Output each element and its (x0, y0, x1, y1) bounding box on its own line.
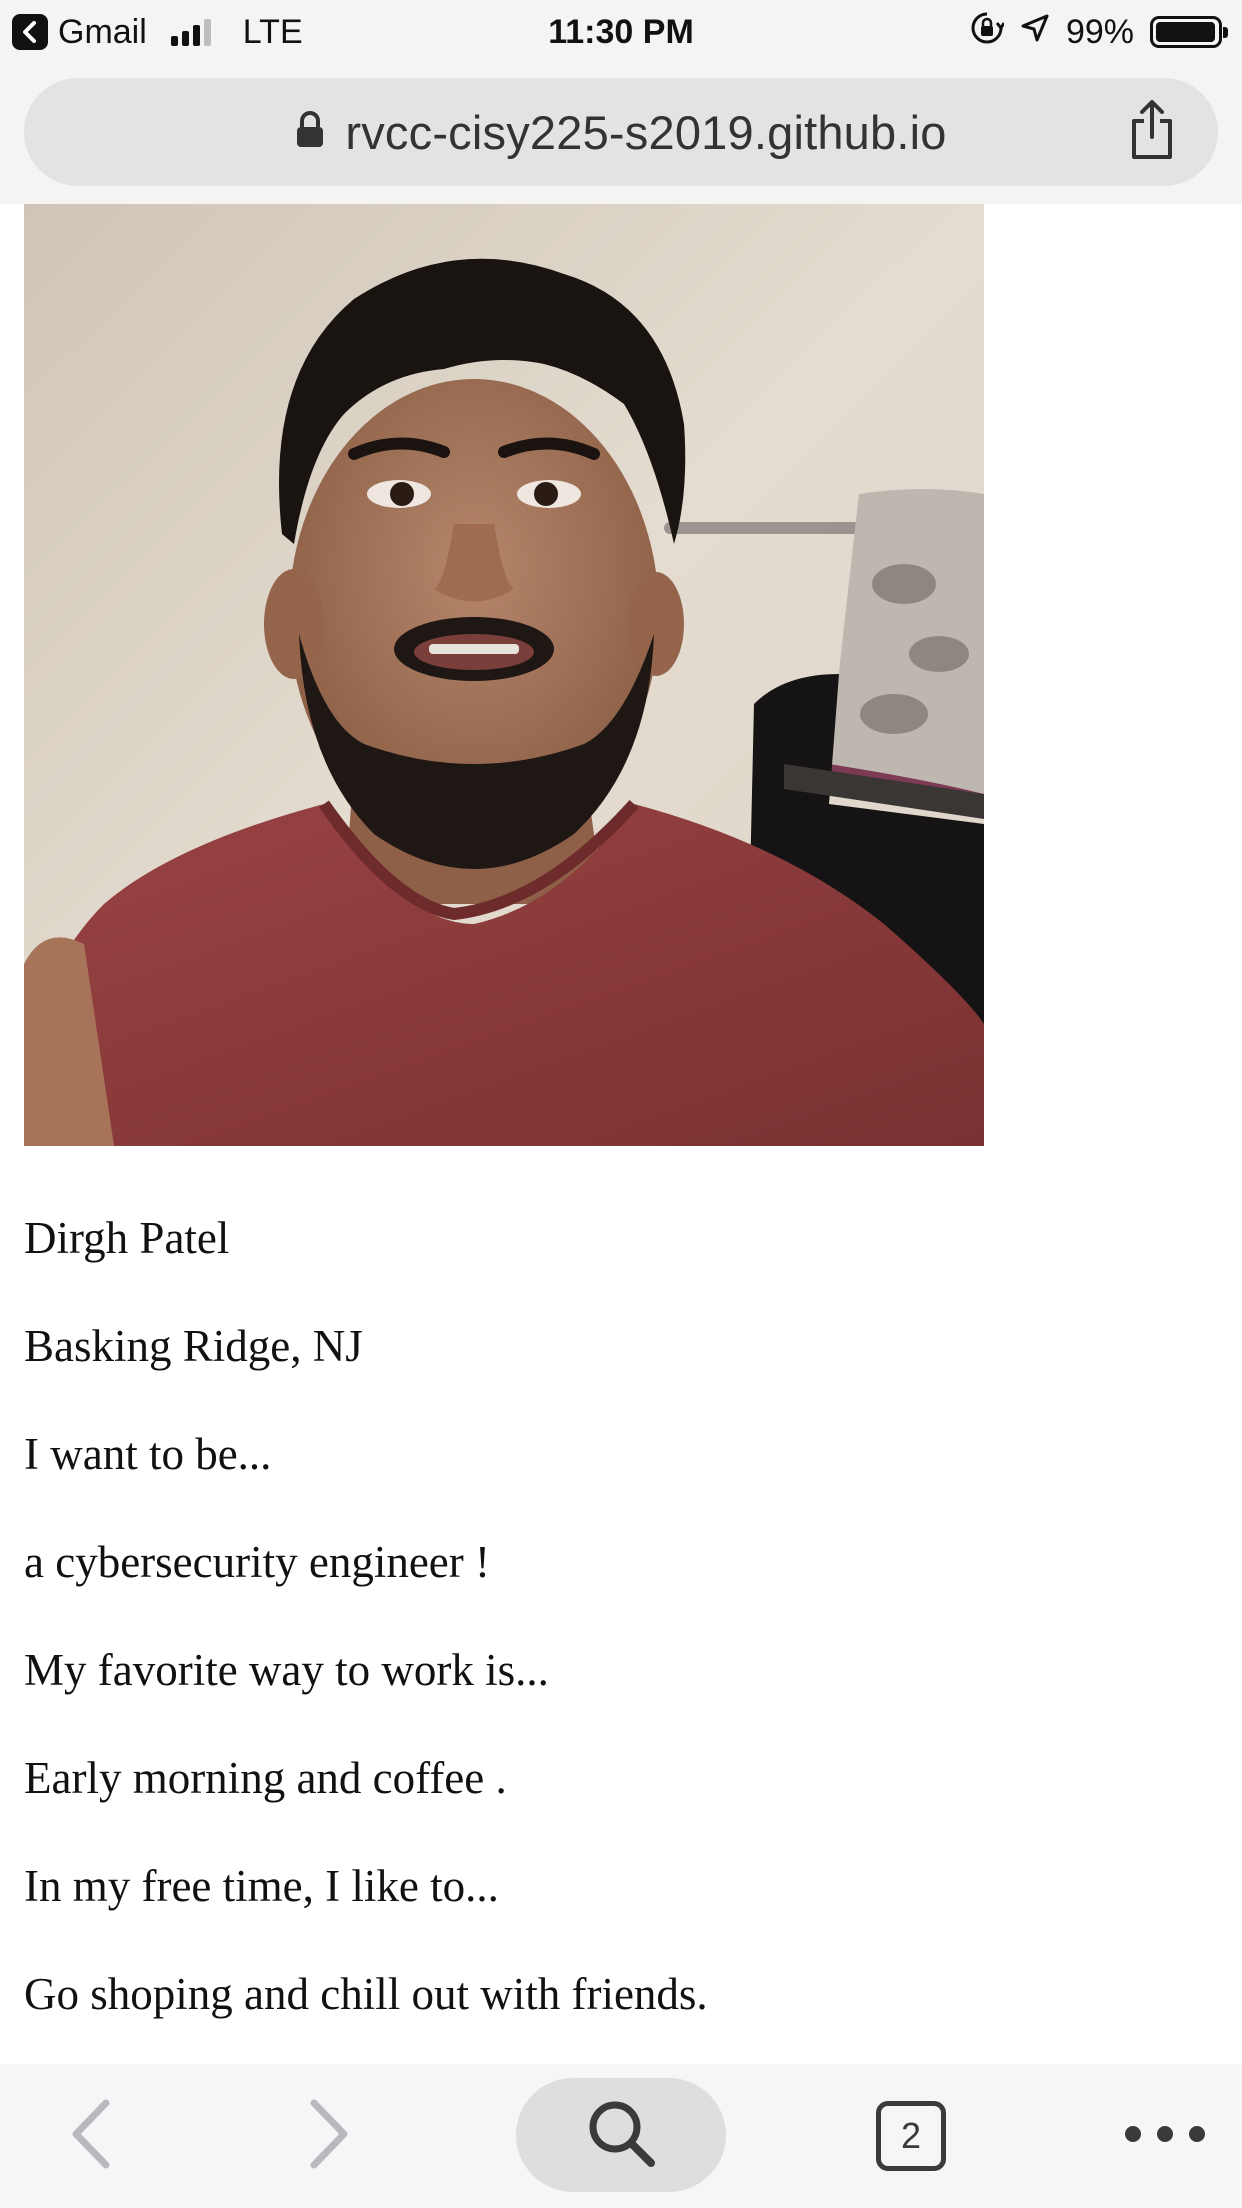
browser-toolbar: 2 (0, 2064, 1242, 2208)
back-button[interactable] (40, 2080, 140, 2192)
profile-location: Basking Ridge, NJ (24, 1321, 363, 1371)
more-icon (1123, 2124, 1207, 2149)
share-button[interactable] (1120, 99, 1184, 166)
network-type: LTE (242, 12, 303, 51)
free-time-prompt: In my free time, I like to... (24, 1861, 499, 1911)
page: Gmail LTE 11:30 PM 99% rvcc-cisy225-s201… (0, 0, 1242, 2208)
location-icon (1020, 13, 1050, 52)
battery-icon (1150, 16, 1228, 48)
share-icon (1127, 99, 1177, 166)
status-left: Gmail LTE (12, 10, 303, 54)
address-bar-content[interactable]: rvcc-cisy225-s2019.github.io (24, 78, 1218, 186)
forward-button[interactable] (280, 2080, 380, 2192)
address-bar[interactable]: rvcc-cisy225-s2019.github.io (24, 78, 1218, 186)
career-answer: a cybersecurity engineer ! (24, 1537, 490, 1587)
career-prompt: I want to be... (24, 1429, 272, 1479)
free-time-answer: Go shoping and chill out with friends. (24, 1969, 708, 2019)
work-style-prompt: My favorite way to work is... (24, 1645, 549, 1695)
status-right: 99% (970, 10, 1228, 54)
browser-chrome: Gmail LTE 11:30 PM 99% rvcc-cisy225-s201… (0, 0, 1242, 204)
back-to-app-icon[interactable] (12, 14, 48, 50)
battery-level (1156, 22, 1216, 42)
back-to-app-label[interactable]: Gmail (58, 13, 147, 52)
tabs-icon: 2 (876, 2101, 946, 2171)
search-icon (585, 2097, 657, 2174)
back-chevron-icon (68, 2097, 112, 2176)
url-text[interactable]: rvcc-cisy225-s2019.github.io (345, 105, 946, 160)
tabs-button[interactable]: 2 (856, 2080, 966, 2192)
profile-photo (24, 204, 984, 1146)
cellular-signal-icon (170, 18, 211, 46)
battery-percentage: 99% (1065, 12, 1134, 51)
more-button[interactable] (1110, 2080, 1220, 2192)
search-button[interactable] (516, 2078, 726, 2192)
profile-name: Dirgh Patel (24, 1213, 230, 1263)
lock-icon (295, 110, 325, 154)
forward-chevron-icon (308, 2097, 352, 2176)
work-style-answer: Early morning and coffee . (24, 1753, 507, 1803)
status-bar: Gmail LTE 11:30 PM 99% (0, 0, 1242, 66)
tab-count: 2 (900, 2115, 922, 2156)
orientation-lock-icon (970, 11, 1006, 54)
profile-text: Dirgh Patel Basking Ridge, NJ I want to … (24, 1188, 1214, 2052)
